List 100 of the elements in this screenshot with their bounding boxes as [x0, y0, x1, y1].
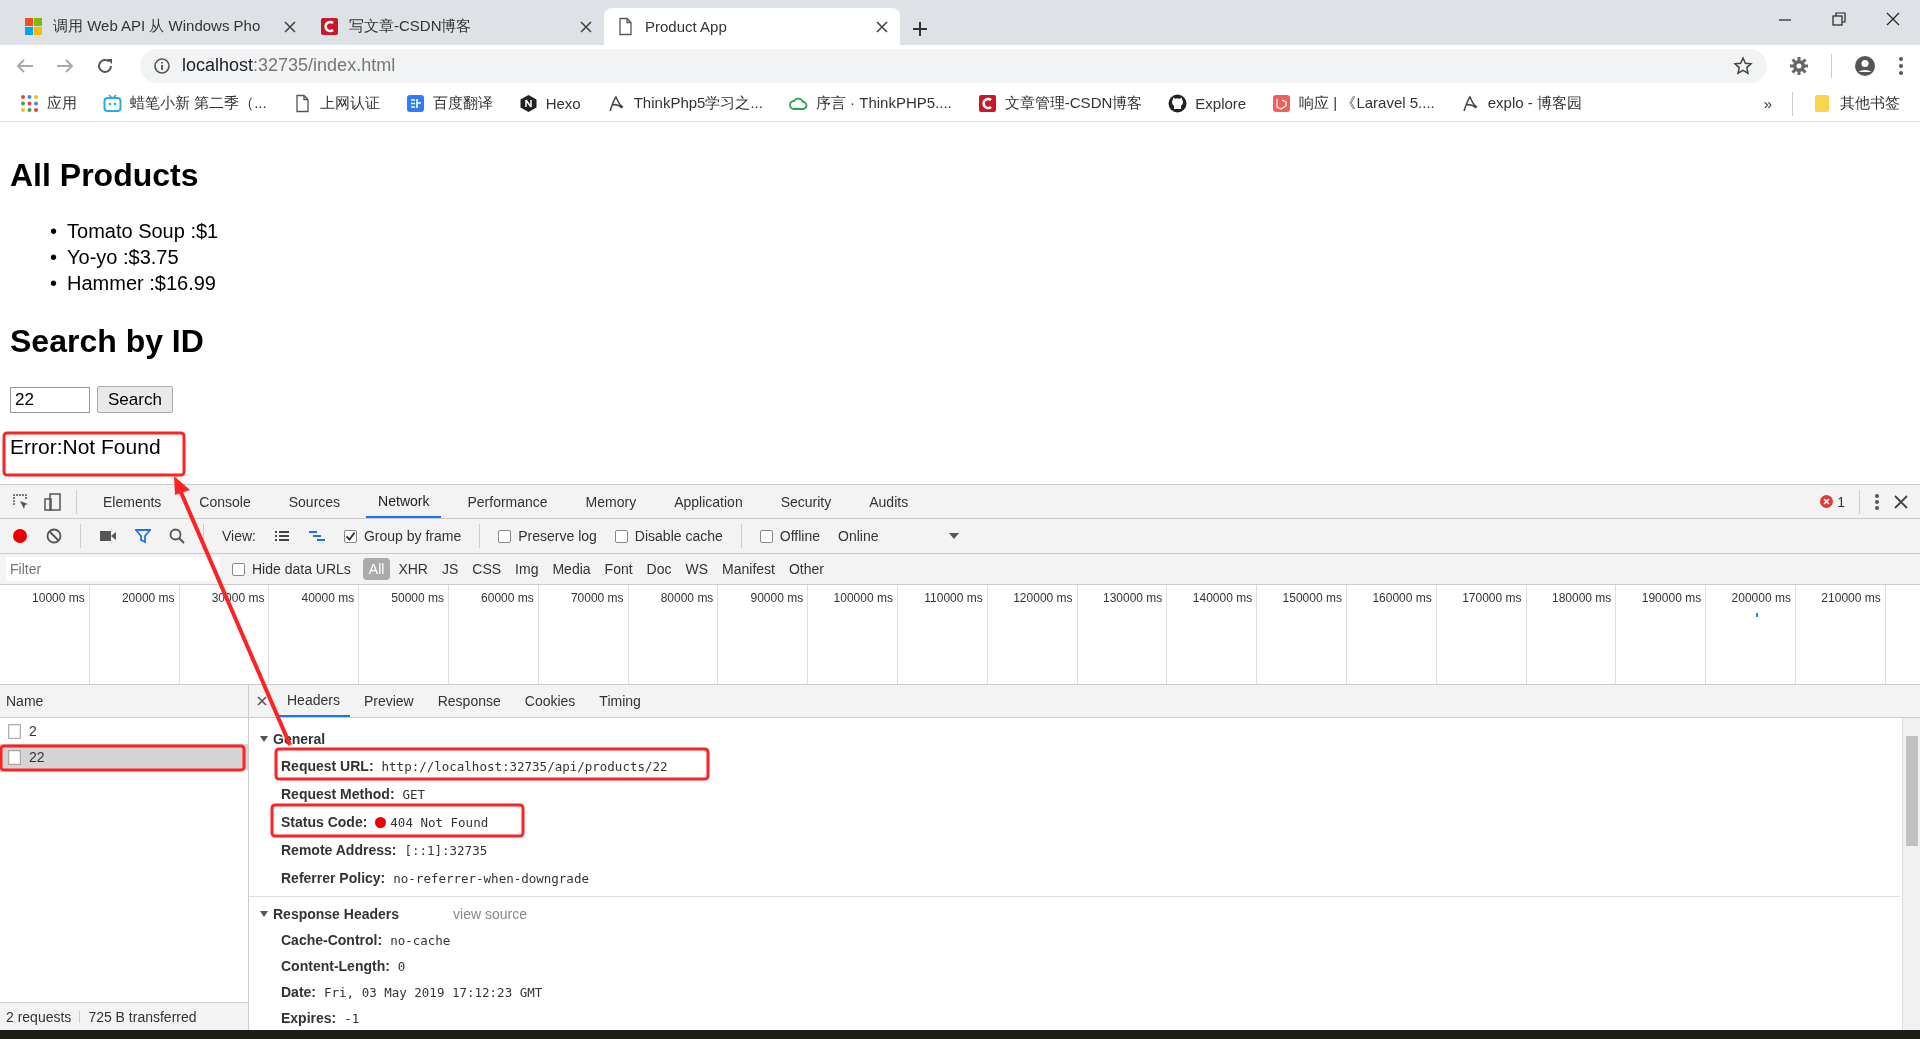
camera-icon[interactable] — [99, 529, 117, 543]
waterfall-icon[interactable] — [308, 530, 326, 542]
scrollbar[interactable] — [1902, 718, 1920, 1030]
search-button[interactable]: Search — [97, 386, 173, 413]
bookmark[interactable]: 蜡笔小新 第二季（... — [103, 94, 267, 113]
type-filter[interactable]: Media — [546, 558, 597, 580]
type-filter[interactable]: JS — [435, 558, 465, 580]
overflow-chevron[interactable]: » — [1763, 95, 1772, 112]
bookmark[interactable]: explo - 博客园 — [1460, 94, 1582, 113]
tick-label: 180000 ms — [1551, 591, 1612, 605]
page-heading: All Products — [10, 156, 200, 194]
bookmark[interactable]: 百度翻译 — [405, 94, 493, 113]
view-source-link[interactable]: view source — [453, 906, 527, 922]
bookmark[interactable]: 响应 | 《Laravel 5.... — [1272, 94, 1435, 113]
detail-tab[interactable]: Cookies — [514, 685, 586, 717]
profile-icon[interactable] — [1854, 54, 1876, 77]
clear-icon[interactable] — [46, 528, 62, 544]
header-value: no-cache — [390, 932, 451, 948]
checkbox[interactable]: Hide data URLs — [232, 561, 351, 577]
status-dot — [375, 816, 387, 828]
bookmark[interactable]: ThinkPhp5学习之... — [606, 94, 763, 113]
bookmark[interactable]: 应用 — [20, 94, 77, 113]
tick-label: 130000 ms — [1103, 591, 1163, 605]
header-name: Date: — [281, 984, 316, 1000]
gear-icon[interactable] — [1789, 55, 1809, 76]
detail-tab[interactable]: Preview — [353, 685, 424, 717]
devtools-tab[interactable]: Console — [187, 485, 263, 518]
filter-field[interactable]: Filter — [6, 557, 220, 581]
bookmark[interactable]: 文章管理-CSDN博客 — [977, 94, 1143, 113]
error-counter[interactable]: 1 — [1820, 493, 1845, 510]
checkbox[interactable]: Disable cache — [614, 528, 723, 544]
type-filter[interactable]: Img — [509, 558, 545, 580]
detail-tab[interactable]: Headers — [277, 685, 350, 717]
product-item: Hammer :$16.99 — [67, 271, 216, 296]
menu-icon[interactable] — [1874, 492, 1880, 511]
star-icon[interactable] — [1733, 55, 1753, 76]
new-tab-icon[interactable] — [912, 21, 928, 37]
header-value: [::1]:32735 — [404, 842, 488, 858]
device-icon[interactable] — [44, 492, 62, 511]
devtools-tab[interactable]: Security — [768, 485, 844, 518]
type-filter[interactable]: Font — [598, 558, 639, 580]
detail-tab[interactable]: Response — [427, 685, 511, 717]
info-icon[interactable] — [154, 57, 170, 74]
close-icon[interactable] — [257, 696, 267, 706]
close-icon[interactable] — [1886, 12, 1900, 26]
type-filter[interactable]: Other — [783, 558, 830, 580]
record-icon[interactable] — [12, 528, 28, 544]
logo-icon — [977, 94, 997, 113]
devtools-tab[interactable]: Performance — [455, 485, 560, 518]
list-view-icon[interactable] — [274, 530, 290, 542]
close-icon[interactable] — [580, 20, 592, 33]
header-name: Referrer Policy: — [281, 870, 386, 886]
type-filter[interactable]: Doc — [640, 558, 678, 580]
request-count: 2 requests — [6, 1008, 72, 1025]
type-filter[interactable]: CSS — [466, 558, 508, 580]
checkbox[interactable]: Group by frame — [344, 528, 462, 544]
header-name: Remote Address: — [281, 842, 397, 858]
checkbox[interactable]: Preserve log — [498, 528, 597, 544]
close-icon[interactable] — [284, 20, 296, 33]
section-toggle[interactable]: Response Headers view source — [259, 901, 1900, 927]
header-value: Fri, 03 May 2019 17:12:23 GMT — [324, 984, 543, 1000]
header-value: no-referrer-when-downgrade — [393, 870, 589, 886]
detail-tab[interactable]: Timing — [589, 685, 651, 717]
reload-icon[interactable] — [96, 56, 114, 75]
devtools-tab[interactable]: Sources — [276, 485, 353, 518]
close-icon[interactable] — [1894, 494, 1908, 509]
translate-icon — [405, 94, 425, 113]
devtools-tab[interactable]: Memory — [573, 485, 649, 518]
tick-label: 40000 ms — [301, 591, 355, 605]
apps-icon — [20, 94, 39, 113]
filter-icon[interactable] — [135, 528, 151, 544]
devtools-tab[interactable]: Elements — [91, 485, 174, 518]
request-row[interactable]: 2 — [0, 718, 248, 744]
restore-icon[interactable] — [1832, 12, 1846, 26]
browser-tab[interactable]: 写文章-CSDN博客 — [308, 8, 604, 45]
menu-icon[interactable] — [1898, 55, 1904, 76]
bookmark[interactable]: 上网认证 — [292, 94, 380, 113]
browser-tab[interactable]: Product App — [604, 8, 900, 45]
browser-tab[interactable]: 调用 Web API 从 Windows Pho — [12, 8, 308, 45]
bookmark[interactable]: Hexo — [518, 94, 581, 113]
type-filter[interactable]: Manifest — [716, 558, 781, 580]
header-name: Request Method: — [281, 786, 395, 802]
devtools-tab[interactable]: Audits — [857, 485, 921, 518]
request-row[interactable]: 22 — [0, 744, 248, 770]
address-bar[interactable]: localhost:32735/index.html — [140, 48, 1767, 83]
logo-icon — [1272, 94, 1292, 113]
bookmark-folder[interactable]: 其他书签 — [1813, 94, 1900, 113]
bookmark[interactable]: 序言 · ThinkPHP5.... — [788, 94, 952, 113]
devtools-tab[interactable]: Application — [662, 485, 755, 518]
checkbox[interactable]: Offline — [759, 528, 820, 544]
throttling-select[interactable]: Online — [838, 528, 961, 544]
bookmark[interactable]: Explore — [1168, 94, 1247, 113]
id-input[interactable]: 22 — [10, 386, 90, 413]
type-filter[interactable]: WS — [679, 558, 715, 580]
file-icon — [8, 723, 21, 739]
search-icon[interactable] — [169, 528, 185, 544]
scrollbar-thumb[interactable] — [1906, 736, 1918, 846]
inspect-icon[interactable] — [12, 492, 30, 511]
type-filter[interactable]: XHR — [392, 558, 434, 580]
close-icon[interactable] — [876, 20, 888, 33]
